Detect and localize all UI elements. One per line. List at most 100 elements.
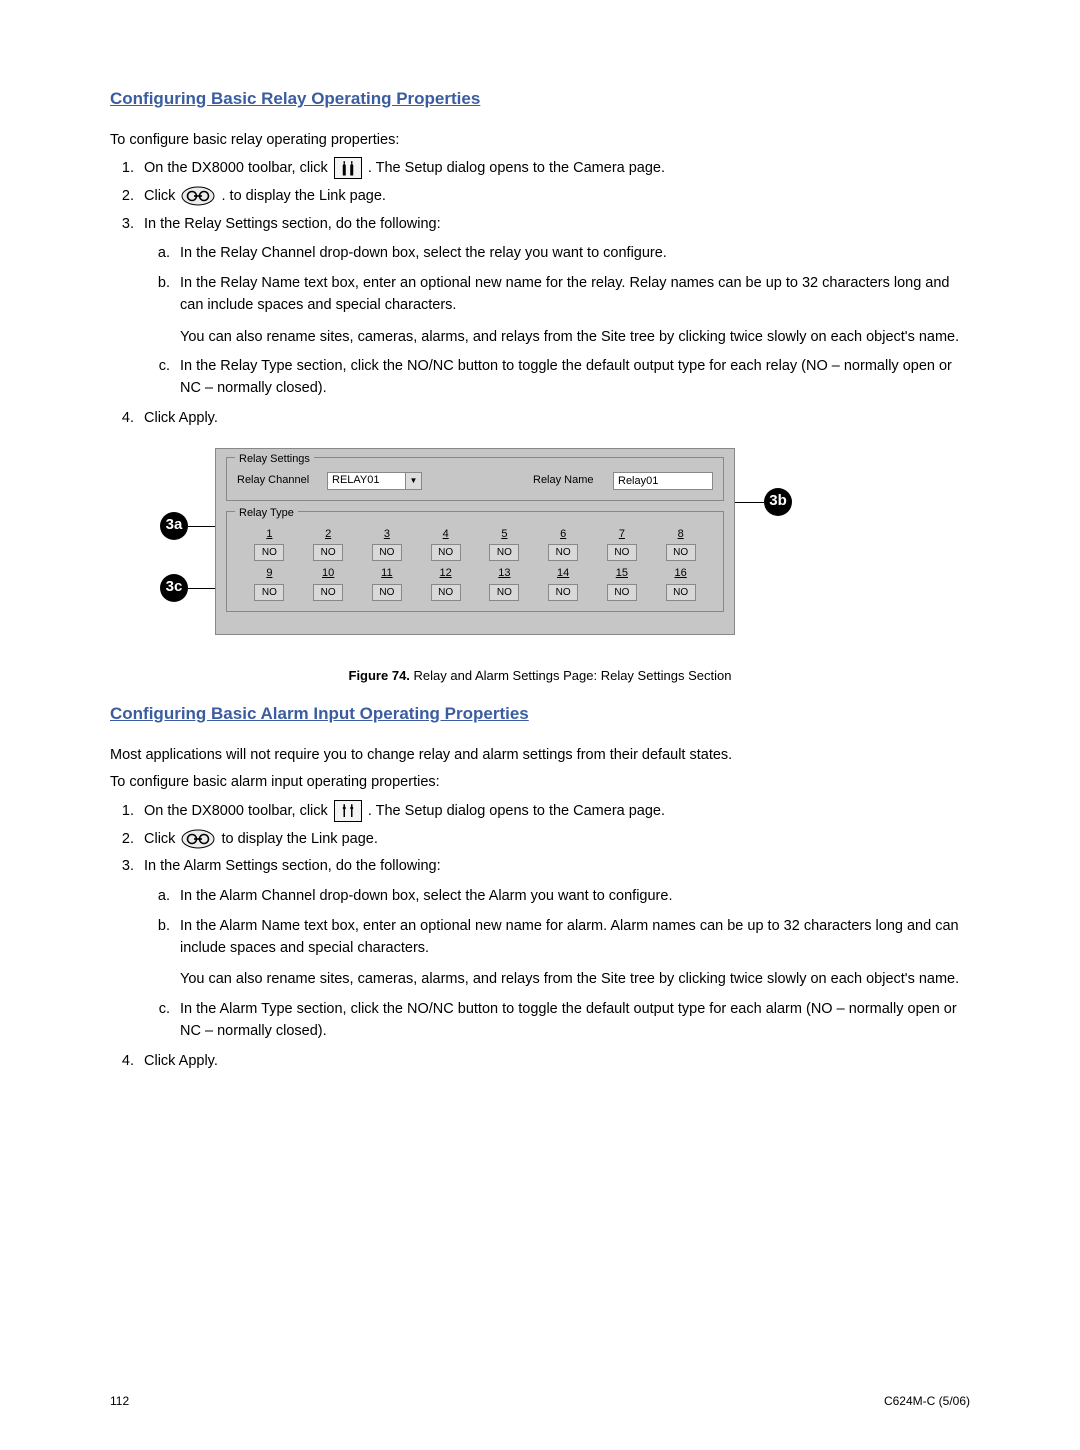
setup-icon[interactable] — [334, 157, 362, 179]
section2-intro1: Most applications will not require you t… — [110, 745, 970, 767]
s2-step1b: . The Setup dialog opens to the Camera p… — [368, 803, 665, 819]
relay-nonc-button[interactable]: NO — [607, 584, 637, 601]
relay-channel-dropdown[interactable]: RELAY01 ▼ — [327, 472, 422, 490]
relay-nonc-button[interactable]: NO — [607, 544, 637, 561]
s1-step1a: On the DX8000 toolbar, click — [144, 160, 332, 176]
s1-step2a: Click — [144, 188, 179, 204]
relay-nonc-button[interactable]: NO — [372, 584, 402, 601]
section1-heading: Configuring Basic Relay Operating Proper… — [110, 86, 480, 112]
s2-step2b: to display the Link page. — [221, 831, 377, 847]
s1-step3b-text: In the Relay Name text box, enter an opt… — [180, 275, 949, 313]
s2-step3a: In the Alarm Channel drop-down box, sele… — [174, 886, 970, 908]
relay-cell: 13 NO — [482, 565, 527, 601]
relay-nonc-button[interactable]: NO — [254, 584, 284, 601]
relay-number: 10 — [322, 565, 334, 582]
relay-number: 12 — [440, 565, 452, 582]
relay-type-legend: Relay Type — [235, 505, 298, 522]
s1-step3a: In the Relay Channel drop-down box, sele… — [174, 243, 970, 265]
relay-cell: 11 NO — [365, 565, 410, 601]
relay-settings-panel: Relay Settings Relay Channel RELAY01 ▼ R… — [215, 448, 735, 635]
relay-number: 14 — [557, 565, 569, 582]
relay-cell: 3NO — [365, 526, 410, 562]
s2-step4: Click Apply. — [138, 1051, 970, 1073]
figure-caption: Figure 74. Relay and Alarm Settings Page… — [110, 666, 970, 686]
doc-reference: C624M-C (5/06) — [884, 1392, 970, 1410]
relay-settings-legend: Relay Settings — [235, 451, 314, 468]
relay-number: 6 — [560, 526, 566, 543]
relay-nonc-button[interactable]: NO — [548, 544, 578, 561]
page-number: 112 — [110, 1392, 129, 1410]
relay-number: 3 — [384, 526, 390, 543]
relay-number: 8 — [678, 526, 684, 543]
s2-step3-sub: In the Alarm Channel drop-down box, sele… — [144, 886, 970, 1043]
relay-type-fieldset: Relay Type 1NO2NO3NO4NO5NO6NO7NO8NO9NO10… — [226, 511, 724, 612]
s1-step3b: In the Relay Name text box, enter an opt… — [174, 273, 970, 348]
setup-icon[interactable] — [334, 800, 362, 822]
relay-nonc-button[interactable]: NO — [313, 584, 343, 601]
s1-step1b: . The Setup dialog opens to the Camera p… — [368, 160, 665, 176]
relay-name-label: Relay Name — [533, 472, 603, 489]
s1-step3: In the Relay Settings section, do the fo… — [138, 214, 970, 400]
relay-number: 7 — [619, 526, 625, 543]
figure-74: 3a 3b 3c Relay Settings Relay Channel RE… — [110, 448, 970, 686]
section1-intro: To configure basic relay operating prope… — [110, 130, 970, 152]
link-icon[interactable] — [181, 186, 215, 206]
relay-nonc-button[interactable]: NO — [313, 544, 343, 561]
relay-nonc-button[interactable]: NO — [489, 584, 519, 601]
s1-step3b-note: You can also rename sites, cameras, alar… — [180, 327, 970, 349]
relay-cell: 9 NO — [247, 565, 292, 601]
s2-step3b: In the Alarm Name text box, enter an opt… — [174, 916, 970, 991]
relay-nonc-button[interactable]: NO — [489, 544, 519, 561]
s2-step3-text: In the Alarm Settings section, do the fo… — [144, 858, 441, 874]
relay-channel-label: Relay Channel — [237, 472, 317, 489]
s1-step4: Click Apply. — [138, 408, 970, 430]
relay-number: 4 — [443, 526, 449, 543]
relay-cell: 5NO — [482, 526, 527, 562]
relay-number: 11 — [381, 565, 392, 582]
relay-cell: 2NO — [306, 526, 351, 562]
callout-3b: 3b — [764, 488, 792, 516]
s2-step3: In the Alarm Settings section, do the fo… — [138, 856, 970, 1042]
relay-nonc-button[interactable]: NO — [431, 584, 461, 601]
s2-step1: On the DX8000 toolbar, click . The Setup… — [138, 800, 970, 823]
section2-intro2: To configure basic alarm input operating… — [110, 772, 970, 794]
section2-steps: On the DX8000 toolbar, click . The Setup… — [110, 800, 970, 1072]
s2-step2: Click to display the Link page. — [138, 829, 970, 851]
relay-nonc-button[interactable]: NO — [254, 544, 284, 561]
relay-name-input[interactable]: Relay01 — [613, 472, 713, 490]
relay-cell: 12 NO — [423, 565, 468, 601]
relay-nonc-button[interactable]: NO — [666, 584, 696, 601]
relay-number: 2 — [325, 526, 331, 543]
section1-steps: On the DX8000 toolbar, click . The Setup… — [110, 157, 970, 429]
chevron-down-icon: ▼ — [405, 473, 421, 489]
relay-nonc-button[interactable]: NO — [666, 544, 696, 561]
relay-cell: 10 NO — [306, 565, 351, 601]
page-footer: 112 C624M-C (5/06) — [110, 1392, 970, 1410]
callout-3a: 3a — [160, 512, 188, 540]
relay-nonc-button[interactable]: NO — [431, 544, 461, 561]
s2-step3c: In the Alarm Type section, click the NO/… — [174, 999, 970, 1043]
s1-step3c: In the Relay Type section, click the NO/… — [174, 356, 970, 400]
s2-step1a: On the DX8000 toolbar, click — [144, 803, 332, 819]
relay-nonc-button[interactable]: NO — [372, 544, 402, 561]
s2-step3b-note: You can also rename sites, cameras, alar… — [180, 969, 970, 991]
relay-number: 5 — [501, 526, 507, 543]
section2-heading: Configuring Basic Alarm Input Operating … — [110, 701, 529, 727]
callout-3c: 3c — [160, 574, 188, 602]
relay-cell: 1NO — [247, 526, 292, 562]
relay-nonc-button[interactable]: NO — [548, 584, 578, 601]
relay-cell: 8NO — [658, 526, 703, 562]
s1-step2b: . to display the Link page. — [221, 188, 385, 204]
relay-number: 15 — [616, 565, 628, 582]
relay-number: 9 — [266, 565, 272, 582]
relay-number: 13 — [498, 565, 510, 582]
relay-type-grid: 1NO2NO3NO4NO5NO6NO7NO8NO9NO10NO11NO12NO1… — [237, 526, 713, 601]
relay-cell: 14 NO — [541, 565, 586, 601]
s1-step3-text: In the Relay Settings section, do the fo… — [144, 216, 441, 232]
link-icon[interactable] — [181, 829, 215, 849]
figure-caption-bold: Figure 74. — [349, 668, 410, 683]
relay-settings-fieldset: Relay Settings Relay Channel RELAY01 ▼ R… — [226, 457, 724, 501]
relay-number: 1 — [266, 526, 272, 543]
s1-step1: On the DX8000 toolbar, click . The Setup… — [138, 157, 970, 180]
relay-cell: 4NO — [423, 526, 468, 562]
